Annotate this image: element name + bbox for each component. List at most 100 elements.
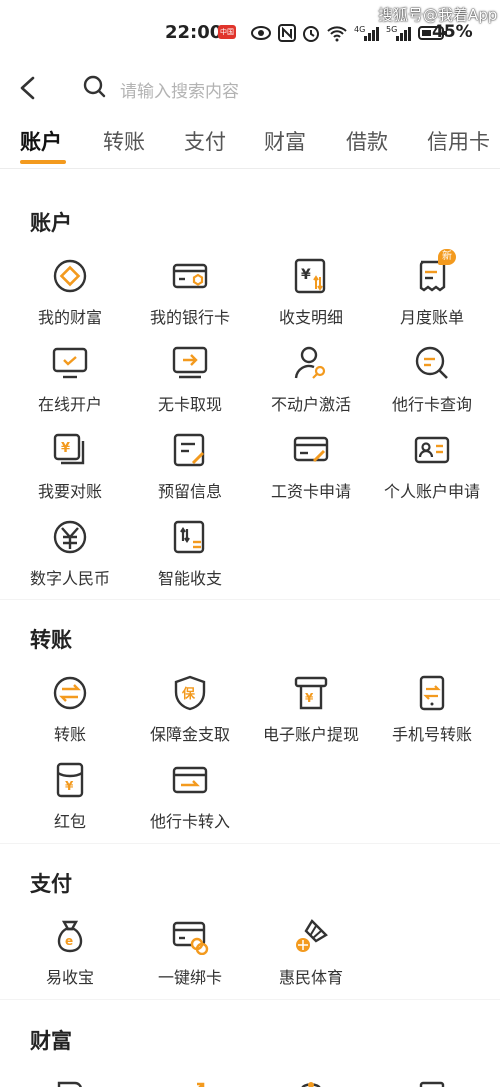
item-label: 他行卡查询 [391,395,472,414]
tab-loan[interactable]: 借款 [346,126,388,156]
item-label: 手机号转账 [391,725,472,744]
digital-rmb-icon [53,520,87,554]
item-deposit-withdraw[interactable]: 保 保障金支取 [128,674,252,745]
tab-account[interactable]: 账户 [20,126,62,156]
item-transfer[interactable]: 转账 [8,674,132,745]
search-placeholder: 请输入搜索内容 [120,82,239,102]
money-bag-icon: e [57,920,83,953]
edit-note-icon [173,433,205,467]
search-input[interactable]: 请输入搜索内容 [82,70,482,104]
item-salary-card-apply[interactable]: 工资卡申请 [249,431,373,502]
item-label: 无卡取现 [157,395,222,414]
item-label: 保障金支取 [149,725,230,744]
item-label: 红包 [53,812,86,831]
item-dormant-activation[interactable]: 不动户激活 [249,344,373,415]
item-label: 转账 [53,725,86,744]
item-label: 一键绑卡 [157,968,222,987]
active-tab-indicator [20,160,66,164]
section-divider [0,843,500,844]
item-other-bank-transfer-in[interactable]: 他行卡转入 [128,761,252,832]
svg-text:4G: 4G [354,25,365,34]
wifi-icon [327,26,347,42]
battery-percent: 45% [432,22,473,42]
item-monthly-bill[interactable]: 新 月度账单 [370,249,494,328]
item-other-bank-card-query[interactable]: 他行卡查询 [370,344,494,415]
card-edit-icon [293,436,329,463]
item-huimin-sports[interactable]: 惠民体育 [249,917,373,988]
item-label: 他行卡转入 [149,812,230,831]
item-label: 预留信息 [157,482,222,501]
item-label: 我的银行卡 [149,308,230,327]
item-my-wealth[interactable]: 我的财富 [8,257,132,328]
svg-text:保: 保 [181,686,196,702]
svg-text:5G: 5G [386,25,397,34]
cash-withdraw-icon: ¥ [294,676,328,710]
item-phone-transfer[interactable]: 手机号转账 [370,674,494,745]
item-smart-income-expense[interactable]: 智能收支 [128,518,252,589]
item-wealth-4[interactable] [370,1075,494,1087]
fund-icon [301,1082,321,1087]
item-wealth-2[interactable] [128,1075,252,1087]
item-label: 月度账单 [399,308,464,327]
trend-up-icon [197,1082,205,1087]
item-personal-account-apply[interactable]: 个人账户申请 [370,431,494,502]
wealth-product-icon [57,1081,82,1087]
chevron-left-icon [20,76,35,100]
card-link-icon [172,921,209,955]
new-badge: 新 [438,249,456,265]
tab-credit-card[interactable]: 信用卡 [427,126,490,156]
item-label: 个人账户申请 [383,482,480,501]
card-in-icon [172,766,208,794]
signal-4g-icon: 4G [354,25,379,41]
item-wealth-1[interactable] [8,1075,132,1087]
svg-text:¥: ¥ [301,267,311,283]
item-label: 易收宝 [45,968,94,987]
smart-ledger-icon [173,520,205,554]
user-key-icon [294,346,326,379]
item-cardless-withdrawal[interactable]: 无卡取现 [128,344,252,415]
signal-5g-icon: 5G [386,25,411,41]
section-title-pay: 支付 [30,872,72,896]
section-title-transfer: 转账 [30,628,72,652]
item-reconciliation[interactable]: ¥ 我要对账 [8,431,132,502]
item-wealth-3[interactable] [249,1075,373,1087]
back-button[interactable] [14,72,44,104]
item-digital-rmb[interactable]: 数字人民币 [8,518,132,589]
item-label: 我要对账 [37,482,102,501]
item-label: 工资卡申请 [270,482,351,501]
status-bar: 22:00 中国联 4G 5G 45% 搜狐号@我着App [0,0,500,66]
item-label: 不动户激活 [270,395,351,414]
statement-icon: ¥ [294,258,326,294]
atm-icon [172,346,208,379]
item-income-expense-detail[interactable]: ¥ 收支明细 [249,257,373,328]
item-one-click-bind-card[interactable]: 一键绑卡 [128,917,252,988]
search-icon [83,75,106,98]
item-my-bank-card[interactable]: 我的银行卡 [128,257,252,328]
section-divider [0,999,500,1000]
section-divider [0,599,500,600]
tab-transfer[interactable]: 转账 [103,126,145,156]
item-yishoubao[interactable]: e 易收宝 [8,917,132,988]
transfer-icon [53,676,87,710]
service-list: 账户 我的财富 我的银行卡 ¥ 收支明细 新 月度账单 在线开户 无卡取现 不动… [0,169,500,1087]
item-red-packet[interactable]: ¥ 红包 [8,761,132,832]
item-reserved-info[interactable]: 预留信息 [128,431,252,502]
svg-text:¥: ¥ [305,691,314,705]
phone-transfer-icon [419,675,445,711]
alarm-icon [303,26,319,42]
item-label: 收支明细 [278,308,343,327]
svg-text:¥: ¥ [65,779,74,793]
category-tabs: 账户 转账 支付 财富 借款 信用卡 [0,110,500,169]
svg-text:¥: ¥ [61,441,70,456]
badminton-icon [296,919,328,952]
svg-text:e: e [65,934,73,948]
bank-card-icon [172,263,208,289]
item-online-account-opening[interactable]: 在线开户 [8,344,132,415]
tab-pay[interactable]: 支付 [184,126,226,156]
item-e-account-withdraw[interactable]: ¥ 电子账户提现 [249,674,373,745]
tab-wealth[interactable]: 财富 [264,126,306,156]
briefcase-icon [419,1081,445,1087]
section-title-wealth: 财富 [30,1029,72,1053]
status-time: 22:00 [165,22,223,43]
item-label: 智能收支 [157,569,222,588]
